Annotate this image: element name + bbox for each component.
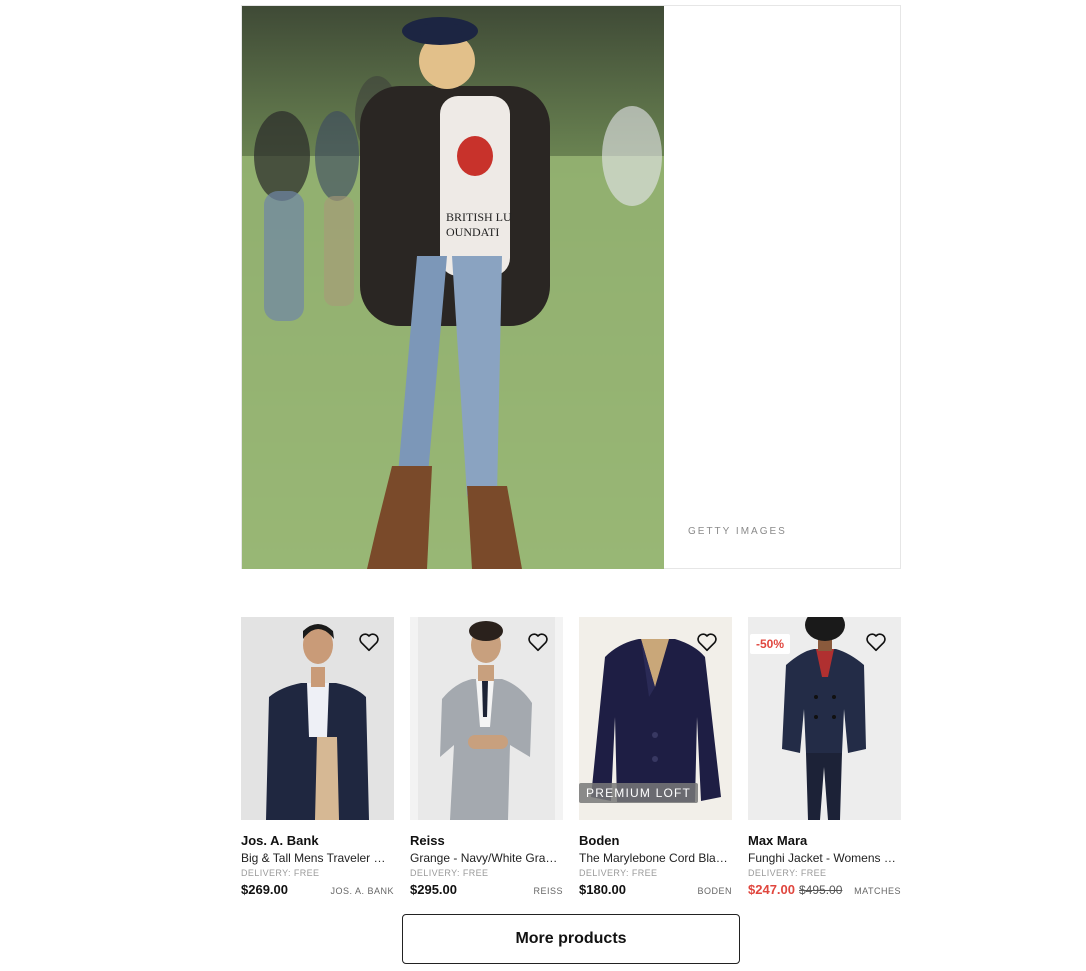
retailer-name: MATCHES [854, 886, 901, 896]
premium-badge: PREMIUM LOFT [579, 783, 699, 803]
price-row: $180.00 BODEN [579, 882, 732, 898]
favorite-heart-icon[interactable] [358, 631, 380, 653]
hero-photo: BRITISH LU OUNDATI [242, 6, 664, 569]
product-price: $180.00 [579, 882, 626, 897]
retailer-name: REISS [533, 886, 563, 896]
product-name[interactable]: Funghi Jacket - Womens Navy [748, 851, 901, 865]
favorite-heart-icon[interactable] [696, 631, 718, 653]
delivery-info: DELIVERY: FREE [579, 868, 658, 878]
product-card[interactable]: PREMIUM LOFT Boden The Marylebone Cord B… [579, 617, 732, 902]
delivery-info: DELIVERY: FREE [241, 868, 320, 878]
product-image[interactable] [241, 617, 394, 820]
original-price: $495.00 [799, 883, 843, 897]
sale-price: $247.00 [748, 882, 795, 897]
product-brand: Jos. A. Bank [241, 833, 319, 848]
product-price: $269.00 [241, 882, 288, 897]
product-card[interactable]: Reiss Grange - Navy/White Gradient Check… [410, 617, 563, 902]
favorite-heart-icon[interactable] [865, 631, 887, 653]
product-price: $295.00 [410, 882, 457, 897]
product-image[interactable]: -50% [748, 617, 901, 820]
svg-text:BRITISH LU: BRITISH LU [446, 210, 512, 224]
product-card[interactable]: -50% Max Mara Funghi Jacket - Womens Nav… [748, 617, 901, 902]
product-card[interactable]: Jos. A. Bank Big & Tall Mens Traveler Co… [241, 617, 394, 902]
product-name[interactable]: Grange - Navy/White Gradient Check Blaze… [410, 851, 563, 865]
hero-image-card: BRITISH LU OUNDATI GETTY IMAGES [241, 5, 901, 569]
retailer-name: BODEN [697, 886, 732, 896]
discount-badge: -50% [750, 634, 791, 654]
delivery-info: DELIVERY: FREE [410, 868, 489, 878]
product-carousel: Jos. A. Bank Big & Tall Mens Traveler Co… [241, 617, 901, 902]
delivery-info: DELIVERY: FREE [748, 868, 827, 878]
favorite-heart-icon[interactable] [527, 631, 549, 653]
price-row: $247.00 $495.00 MATCHES [748, 882, 901, 898]
product-image[interactable] [410, 617, 563, 820]
product-brand: Boden [579, 833, 620, 848]
product-name[interactable]: Big & Tall Mens Traveler Collection Blaz… [241, 851, 394, 865]
svg-text:OUNDATI: OUNDATI [446, 225, 499, 239]
retailer-name: JOS. A. BANK [330, 886, 394, 896]
product-brand: Max Mara [748, 833, 808, 848]
image-credit: GETTY IMAGES [688, 526, 787, 537]
product-brand: Reiss [410, 833, 445, 848]
more-products-button[interactable]: More products [402, 914, 740, 964]
price-row: $295.00 REISS [410, 882, 563, 898]
price-row: $269.00 JOS. A. BANK [241, 882, 394, 898]
product-image[interactable]: PREMIUM LOFT [579, 617, 732, 820]
product-name[interactable]: The Marylebone Cord Blazer [579, 851, 732, 865]
